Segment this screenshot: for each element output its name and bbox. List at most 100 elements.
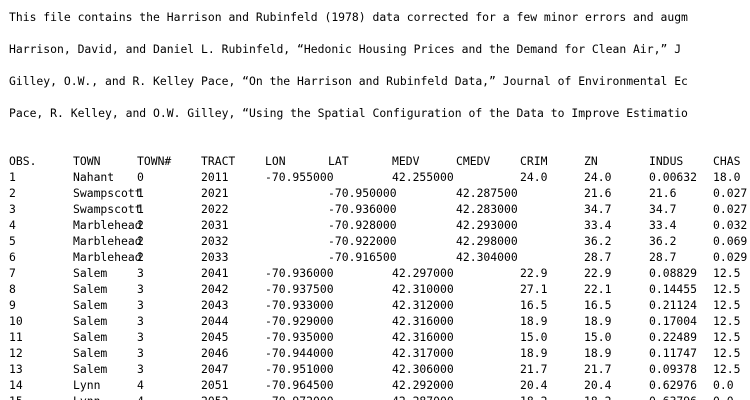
table-cell: 21.6 — [584, 186, 612, 200]
table-cell: 21.7 — [584, 362, 612, 376]
table-cell: 0 — [137, 170, 144, 184]
table-cell: 20.4 — [584, 378, 612, 392]
table-cell: 0.21124 — [649, 298, 698, 312]
table-cell: 18.9 — [584, 346, 612, 360]
table-cell: Marblehead — [73, 218, 142, 232]
table-cell: 1 — [9, 170, 16, 184]
table-cell: 0.22489 — [649, 330, 698, 344]
table-cell: Swampscott — [73, 202, 142, 216]
table-cell: 0.08829 — [649, 266, 698, 280]
table-cell: 1 — [137, 202, 144, 216]
table-cell: 18.9 — [520, 346, 548, 360]
table-cell: 28.7 — [649, 250, 677, 264]
table-cell: 12.5 — [713, 282, 741, 296]
table-cell: 2 — [137, 234, 144, 248]
table-cell: 0.029 — [713, 250, 748, 264]
table-cell: 2011 — [201, 170, 229, 184]
table-cell: 0.00632 — [649, 170, 698, 184]
table-cell: 12.5 — [713, 298, 741, 312]
table-cell: Salem — [73, 266, 108, 280]
table-cell: -70.955000 — [265, 170, 334, 184]
table-cell: 22.9 — [520, 266, 548, 280]
table-cell: Salem — [73, 282, 108, 296]
column-header: TOWN — [73, 154, 101, 168]
table-cell: 12.5 — [713, 346, 741, 360]
table-cell: 14 — [9, 378, 23, 392]
table-cell: 2044 — [201, 314, 229, 328]
table-cell: Lynn — [73, 394, 100, 400]
table-cell: 3 — [137, 282, 144, 296]
table-cell: 18.0 — [713, 170, 741, 184]
table-cell: 42.298000 — [456, 234, 518, 248]
table-cell: 2032 — [201, 234, 229, 248]
column-header: OBS. — [9, 154, 37, 168]
table-cell: 3 — [137, 298, 144, 312]
table-cell: Salem — [73, 362, 108, 376]
table-cell: 42.287500 — [456, 186, 518, 200]
table-cell: 42.317000 — [392, 346, 454, 360]
table-cell: 42.283000 — [456, 202, 518, 216]
table-cell: 10 — [9, 314, 23, 328]
table-cell: 2043 — [201, 298, 229, 312]
table-cell: 4 — [9, 218, 16, 232]
table-cell: 42.304000 — [456, 250, 518, 264]
table-cell: 20.4 — [520, 378, 548, 392]
table-cell: 3 — [137, 346, 144, 360]
table-cell: 2045 — [201, 330, 229, 344]
table-cell: 16.5 — [584, 298, 612, 312]
table-cell: 1 — [137, 186, 144, 200]
table-cell: 34.7 — [649, 202, 677, 216]
table-cell: 15 — [9, 394, 23, 400]
table-cell: -70.916500 — [328, 250, 397, 264]
table-cell: 0.0 — [713, 378, 734, 392]
table-cell: 34.7 — [584, 202, 612, 216]
table-cell: 0.027 — [713, 202, 748, 216]
table-cell: 22.1 — [584, 282, 612, 296]
table-cell: 2041 — [201, 266, 229, 280]
table-cell: 42.293000 — [456, 218, 518, 232]
table-cell: Marblehead — [73, 234, 142, 248]
table-cell: 0.62976 — [649, 378, 698, 392]
table-cell: 3 — [137, 314, 144, 328]
table-cell: -70.951000 — [265, 362, 334, 376]
table-cell: 27.1 — [520, 282, 548, 296]
table-cell: 15.0 — [520, 330, 548, 344]
table-cell: 3 — [137, 362, 144, 376]
table-cell: 2031 — [201, 218, 229, 232]
table-cell: Salem — [73, 298, 108, 312]
table-cell: 18.9 — [520, 314, 548, 328]
table-cell: 42.306000 — [392, 362, 454, 376]
table-cell: 4 — [137, 378, 144, 392]
table-cell: 2046 — [201, 346, 229, 360]
table-cell: 2 — [137, 250, 144, 264]
column-header: MEDV — [392, 154, 420, 168]
table-cell: 5 — [9, 234, 16, 248]
table-cell: 6 — [9, 250, 16, 264]
column-header: TOWN# — [137, 154, 172, 168]
table-cell: 36.2 — [584, 234, 612, 248]
intro-line: Gilley, O.W., and R. Kelley Pace, “On th… — [9, 74, 688, 88]
table-cell: Salem — [73, 314, 108, 328]
text-document-viewer: This file contains the Harrison and Rubi… — [0, 0, 750, 400]
table-cell: 42.255000 — [392, 170, 454, 184]
table-cell: 11 — [9, 330, 23, 344]
table-cell: Lynn — [73, 378, 101, 392]
table-cell: -70.936000 — [328, 202, 397, 216]
table-cell: -70.929000 — [265, 314, 334, 328]
table-cell: 2052 — [201, 394, 228, 400]
column-header: LON — [265, 154, 286, 168]
table-cell: -70.922000 — [328, 234, 397, 248]
table-cell: 0.14455 — [649, 282, 698, 296]
table-cell: 13 — [9, 362, 23, 376]
table-cell: 2033 — [201, 250, 229, 264]
table-cell: 24.0 — [520, 170, 548, 184]
table-cell: 2051 — [201, 378, 229, 392]
table-cell: 4 — [137, 394, 144, 400]
table-cell: 0.09378 — [649, 362, 698, 376]
table-cell: 9 — [9, 298, 16, 312]
table-cell: -70.937500 — [265, 282, 334, 296]
table-cell: -70.933000 — [265, 298, 334, 312]
table-cell: -70.944000 — [265, 346, 334, 360]
table-cell: 2 — [9, 186, 16, 200]
table-cell: Nahant — [73, 170, 115, 184]
